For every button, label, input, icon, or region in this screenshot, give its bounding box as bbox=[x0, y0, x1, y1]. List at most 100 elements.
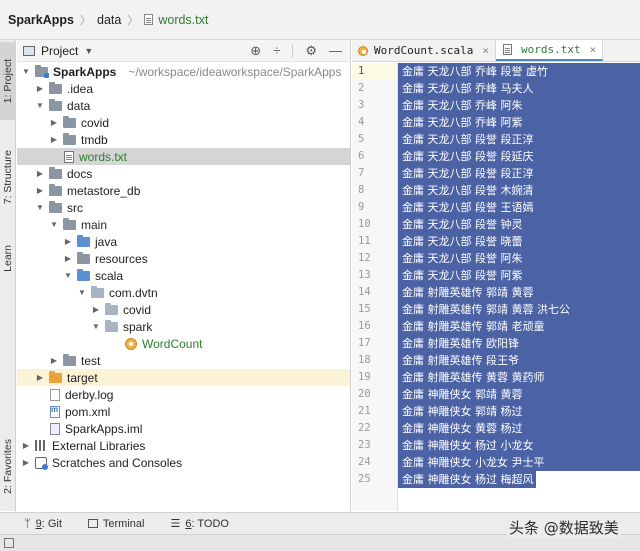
chevron-down-icon[interactable]: ▼ bbox=[49, 220, 59, 229]
line-number: 13 bbox=[358, 269, 371, 281]
chevron-right-icon[interactable]: ▶ bbox=[35, 84, 45, 93]
tree-item-covid[interactable]: ▶ covid bbox=[17, 114, 350, 131]
structure-tool-tab[interactable]: 7: Structure bbox=[0, 136, 16, 218]
code-line: 金庸 天龙八部 乔峰 阿紫 bbox=[398, 114, 640, 131]
tree-item-pkg-covid[interactable]: ▶ covid bbox=[17, 301, 350, 318]
close-icon[interactable]: × bbox=[482, 44, 489, 57]
selected-text: 金庸 射雕英雄传 黄蓉 黄药师 bbox=[398, 369, 640, 386]
tree-item-sparkapps-iml[interactable]: ▶ SparkApps.iml bbox=[17, 420, 350, 437]
tree-item-pom-xml[interactable]: ▶ pom.xml bbox=[17, 403, 350, 420]
log-file-icon bbox=[50, 388, 60, 401]
editor-tab-words-txt[interactable]: words.txt × bbox=[495, 40, 604, 61]
editor-tab-wordcount[interactable]: WordCount.scala × bbox=[352, 40, 496, 61]
chevron-right-icon[interactable]: ▶ bbox=[35, 169, 45, 178]
selected-text: 金庸 天龙八部 乔峰 阿朱 bbox=[398, 97, 640, 114]
folder-icon bbox=[63, 353, 76, 366]
folder-icon bbox=[49, 183, 62, 196]
selected-text: 金庸 射雕英雄传 郭靖 老顽童 bbox=[398, 318, 640, 335]
chevron-down-icon[interactable]: ▼ bbox=[35, 203, 45, 212]
chevron-down-icon[interactable]: ▼ bbox=[77, 288, 87, 297]
folder-icon bbox=[49, 200, 62, 213]
folder-icon bbox=[49, 98, 62, 111]
code-line: 金庸 神雕侠女 郭靖 杨过 bbox=[398, 403, 640, 420]
locate-file-icon[interactable]: ⊕ bbox=[250, 43, 261, 59]
module-folder-icon bbox=[35, 64, 49, 78]
tree-item-scratches[interactable]: ▶ Scratches and Consoles bbox=[17, 454, 350, 471]
git-tool-button[interactable]: ᛘ 9: Git bbox=[24, 518, 62, 530]
tree-item-sparkapps[interactable]: ▼ SparkApps ~/workspace/ideaworkspace/Sp… bbox=[17, 63, 350, 80]
editor-text-area[interactable]: 金庸 天龙八部 乔峰 段誉 虚竹 金庸 天龙八部 乔峰 马夫人 金庸 天龙八部 乔峰… bbox=[398, 63, 640, 511]
collapse-all-icon[interactable]: ÷ bbox=[273, 43, 280, 58]
tree-item-java[interactable]: ▶ java bbox=[17, 233, 350, 250]
favorites-tool-tab[interactable]: 2: Favorites bbox=[0, 424, 16, 508]
tree-item-pkg-spark[interactable]: ▼ spark bbox=[17, 318, 350, 335]
tree-item-wordcount[interactable]: ▶ WordCount bbox=[17, 335, 350, 352]
tree-item-src[interactable]: ▼ src bbox=[17, 199, 350, 216]
chevron-down-icon[interactable]: ▼ bbox=[63, 271, 73, 280]
code-line: 金庸 射雕英雄传 黄蓉 黄药师 bbox=[398, 369, 640, 386]
tree-item-scala[interactable]: ▼ scala bbox=[17, 267, 350, 284]
tree-item-idea[interactable]: ▶ .idea bbox=[17, 80, 350, 97]
breadcrumb-item-project[interactable]: SparkApps bbox=[8, 13, 74, 27]
tree-item-main[interactable]: ▼ main bbox=[17, 216, 350, 233]
hide-panel-icon[interactable]: — bbox=[329, 43, 342, 58]
chevron-right-icon[interactable]: ▶ bbox=[49, 356, 59, 365]
tree-item-words-txt[interactable]: ▶ words.txt bbox=[17, 148, 350, 165]
line-number: 10 bbox=[358, 218, 371, 230]
code-line: 金庸 天龙八部 段誉 阿朱 bbox=[398, 250, 640, 267]
chevron-right-icon[interactable]: ▶ bbox=[35, 373, 45, 382]
package-icon bbox=[105, 302, 118, 315]
chevron-down-icon[interactable]: ▼ bbox=[35, 101, 45, 110]
project-path: ~/workspace/ideaworkspace/SparkApps bbox=[128, 64, 342, 79]
tree-item-metastore-db[interactable]: ▶ metastore_db bbox=[17, 182, 350, 199]
selected-text: 金庸 天龙八部 乔峰 阿紫 bbox=[398, 114, 640, 131]
tree-item-external-libraries[interactable]: ▶ External Libraries bbox=[17, 437, 350, 454]
left-tool-strip: 1: Project 7: Structure Learn 2: Favorit… bbox=[0, 40, 16, 511]
project-view-selector[interactable]: Project bbox=[41, 44, 78, 58]
maven-file-icon bbox=[50, 405, 60, 418]
breadcrumb: SparkApps 〉 data 〉 words.txt bbox=[0, 0, 640, 40]
tree-item-test[interactable]: ▶ test bbox=[17, 352, 350, 369]
selected-text: 金庸 射雕英雄传 郭靖 黄蓉 洪七公 bbox=[398, 301, 640, 318]
chevron-down-icon[interactable]: ▼ bbox=[91, 322, 101, 331]
chevron-right-icon[interactable]: ▶ bbox=[63, 237, 73, 246]
chevron-right-icon[interactable]: ▶ bbox=[49, 135, 59, 144]
line-number: 18 bbox=[358, 354, 371, 366]
line-number: 3 bbox=[358, 99, 365, 111]
chevron-right-icon[interactable]: ▶ bbox=[21, 458, 31, 467]
project-tool-tab[interactable]: 1: Project bbox=[0, 42, 16, 120]
module-file-icon bbox=[50, 422, 60, 435]
tree-item-tmdb[interactable]: ▶ tmdb bbox=[17, 131, 350, 148]
chevron-right-icon[interactable]: ▶ bbox=[35, 186, 45, 195]
tree-item-target[interactable]: ▶ target bbox=[17, 369, 350, 386]
chevron-right-icon[interactable]: ▶ bbox=[49, 118, 59, 127]
tree-item-derby-log[interactable]: ▶ derby.log bbox=[17, 386, 350, 403]
selected-text: 金庸 天龙八部 段誉 阿紫 bbox=[398, 267, 640, 284]
project-view-icon bbox=[23, 45, 35, 56]
source-folder-icon bbox=[77, 268, 90, 281]
selected-text: 金庸 神雕侠女 郭靖 黄蓉 bbox=[398, 386, 640, 403]
terminal-tool-button[interactable]: Terminal bbox=[87, 518, 144, 530]
close-icon[interactable]: × bbox=[590, 43, 597, 56]
code-line: 金庸 天龙八部 乔峰 马夫人 bbox=[398, 80, 640, 97]
tree-item-resources[interactable]: ▶ resources bbox=[17, 250, 350, 267]
chevron-right-icon[interactable]: ▶ bbox=[91, 305, 101, 314]
gear-icon[interactable]: ⚙ bbox=[305, 43, 317, 59]
chevron-down-icon[interactable]: ▼ bbox=[21, 67, 31, 76]
chevron-down-icon[interactable]: ▼ bbox=[84, 46, 93, 56]
breadcrumb-item-file[interactable]: words.txt bbox=[158, 13, 208, 27]
tree-item-com-dvtn[interactable]: ▼ com.dvtn bbox=[17, 284, 350, 301]
tree-item-docs[interactable]: ▶ docs bbox=[17, 165, 350, 182]
chevron-right-icon[interactable]: ▶ bbox=[21, 441, 31, 450]
code-line: 金庸 天龙八部 段誉 段正淳 bbox=[398, 131, 640, 148]
chevron-right-icon[interactable]: ▶ bbox=[63, 254, 73, 263]
todo-tool-button[interactable]: ☰ 6: TODO bbox=[170, 517, 229, 531]
line-number: 16 bbox=[358, 320, 371, 332]
line-number: 9 bbox=[358, 201, 365, 213]
line-number: 25 bbox=[358, 473, 371, 485]
breadcrumb-item-data[interactable]: data bbox=[97, 13, 121, 27]
tree-item-data[interactable]: ▼ data bbox=[17, 97, 350, 114]
learn-tool-tab[interactable]: Learn bbox=[0, 230, 16, 286]
line-number: 19 bbox=[358, 371, 371, 383]
toggle-tool-windows-icon[interactable] bbox=[4, 538, 14, 548]
